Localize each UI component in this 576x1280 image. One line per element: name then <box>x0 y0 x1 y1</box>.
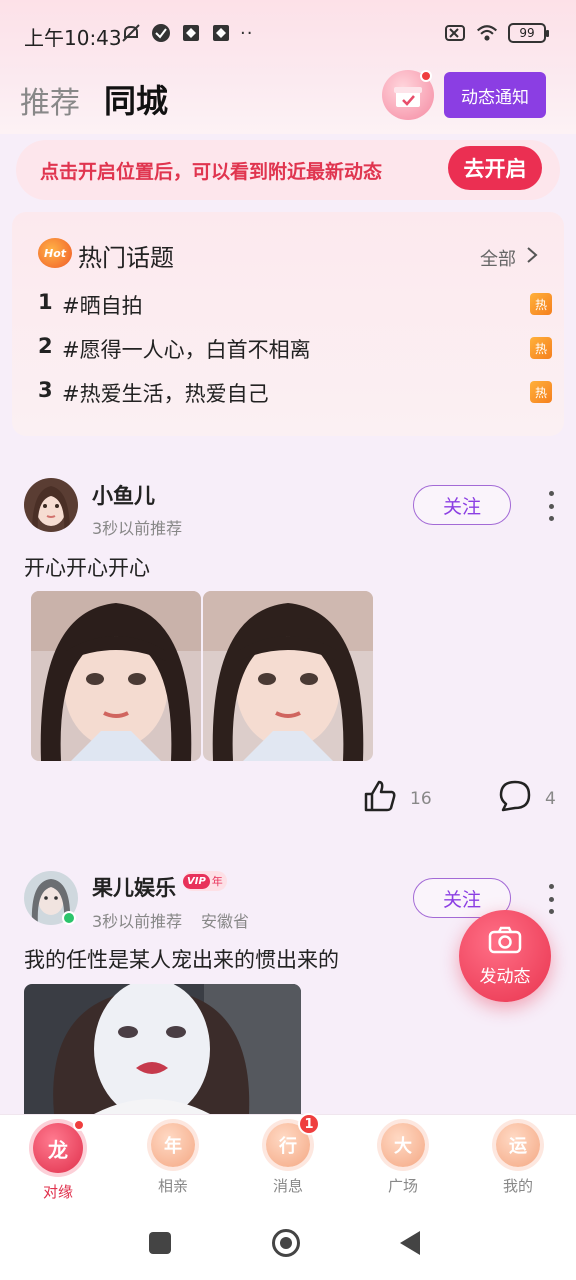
topic-text: #热爱生活，热爱自己 <box>62 382 269 406</box>
hot-tag-icon: 热 <box>530 381 552 403</box>
post-username[interactable]: 小鱼儿 <box>92 480 155 510</box>
nav-label: 消息 <box>272 1177 303 1195</box>
luck-icon: 运 <box>496 1123 540 1167</box>
nav-label: 对缘 <box>42 1183 73 1201</box>
topic-rank: 1 <box>38 290 53 314</box>
hot-topics-title: 热门话题 <box>78 244 174 272</box>
topic-rank: 2 <box>38 334 53 358</box>
post-meta: 3秒以前推荐 <box>92 912 183 931</box>
create-post-button[interactable]: 发动态 <box>459 910 551 1002</box>
more-options-icon[interactable] <box>544 884 558 914</box>
hot-tag-icon: 热 <box>530 293 552 315</box>
walk-icon: 行 1 <box>266 1113 320 1167</box>
status-icons: ·· <box>120 22 253 44</box>
tab-local[interactable]: 同城 <box>104 76 168 122</box>
status-right: 99 <box>444 22 549 44</box>
location-banner: 点击开启位置后，可以看到附近最新动态 去开启 <box>16 140 560 200</box>
app-notify-icon <box>180 22 202 44</box>
status-time: 上午10:43 <box>24 26 122 50</box>
post-meta: 3秒以前推荐 <box>92 519 183 538</box>
tab-recommend[interactable]: 推荐 <box>20 78 80 122</box>
battery-icon: 99 <box>508 23 549 43</box>
enable-location-button[interactable]: 去开启 <box>448 146 542 190</box>
nav-item-square[interactable]: 大 广场 <box>355 1123 451 1203</box>
online-status-dot <box>62 911 76 925</box>
topic-text: #愿得一人心，白首不相离 <box>62 338 311 362</box>
chevron-right-icon[interactable] <box>524 246 540 264</box>
notification-dot <box>73 1119 85 1131</box>
topic-rank: 3 <box>38 378 53 402</box>
nav-label: 相亲 <box>157 1177 188 1195</box>
nav-item-dating[interactable]: 年 相亲 <box>125 1123 221 1203</box>
post-text: 开心开心开心 <box>24 556 150 580</box>
location-banner-text: 点击开启位置后，可以看到附近最新动态 <box>40 161 383 183</box>
nav-item-messages[interactable]: 行 1 消息 <box>240 1113 336 1203</box>
camera-icon <box>488 926 522 958</box>
more-notifications-dots: ·· <box>240 22 254 44</box>
hot-topics-card: Hot 热门话题 全部 1 #晒自拍 热 2 #愿得一人心，白首不相离 热 3 … <box>12 212 564 436</box>
topic-item[interactable]: 3 #热爱生活，热爱自己 热 <box>36 378 552 410</box>
hot-tag-icon: 热 <box>530 337 552 359</box>
sim-off-icon <box>444 22 466 44</box>
topic-text: #晒自拍 <box>62 294 143 318</box>
hot-topics-all-link[interactable]: 全部 <box>480 245 516 271</box>
nav-label: 广场 <box>387 1177 418 1195</box>
notify-button[interactable]: 动态通知 <box>444 72 546 118</box>
topic-item[interactable]: 2 #愿得一人心，白首不相离 热 <box>36 334 552 366</box>
app-notify-icon <box>210 22 232 44</box>
big-icon: 大 <box>381 1123 425 1167</box>
post-location: 安徽省 <box>201 912 250 931</box>
system-nav-bar <box>0 1204 576 1280</box>
check-circle-icon <box>150 22 172 44</box>
nav-item-match[interactable]: 龙 对缘 <box>10 1119 106 1203</box>
post-photo[interactable] <box>31 591 201 761</box>
bottom-nav: 龙 对缘 年 相亲 行 1 消息 大 广场 运 我的 <box>0 1113 576 1204</box>
status-bar: 上午10:43 ·· 99 <box>0 0 576 66</box>
like-icon[interactable] <box>362 778 398 814</box>
like-count: 16 <box>410 789 432 809</box>
nav-item-profile[interactable]: 运 我的 <box>470 1123 566 1203</box>
nav-label: 我的 <box>502 1177 533 1195</box>
vip-badge: VIP 年 <box>183 871 227 891</box>
comment-count: 4 <box>545 789 556 809</box>
post-photo[interactable] <box>203 591 373 761</box>
post-username[interactable]: 果儿娱乐 <box>92 872 176 902</box>
back-button[interactable] <box>400 1231 420 1255</box>
create-post-label: 发动态 <box>479 966 531 987</box>
year-icon: 年 <box>151 1123 195 1167</box>
gift-icon[interactable] <box>382 70 434 120</box>
topic-item[interactable]: 1 #晒自拍 热 <box>36 290 552 322</box>
message-badge: 1 <box>298 1113 320 1135</box>
vip-label: VIP <box>183 873 210 889</box>
recent-apps-button[interactable] <box>149 1232 171 1254</box>
mute-bell-icon <box>120 22 142 44</box>
avatar[interactable] <box>24 478 78 532</box>
hot-fire-icon: Hot <box>38 238 72 268</box>
more-options-icon[interactable] <box>544 491 558 521</box>
home-button[interactable] <box>272 1229 300 1257</box>
wifi-icon <box>476 22 498 44</box>
vip-year-label: 年 <box>211 875 223 888</box>
follow-button[interactable]: 关注 <box>413 485 511 525</box>
comment-icon[interactable] <box>497 778 533 814</box>
notification-dot <box>420 70 432 82</box>
post-photo[interactable] <box>24 984 301 1114</box>
dragon-icon: 龙 <box>33 1119 85 1173</box>
post-text: 我的任性是某人宠出来的惯出来的 <box>24 948 339 972</box>
